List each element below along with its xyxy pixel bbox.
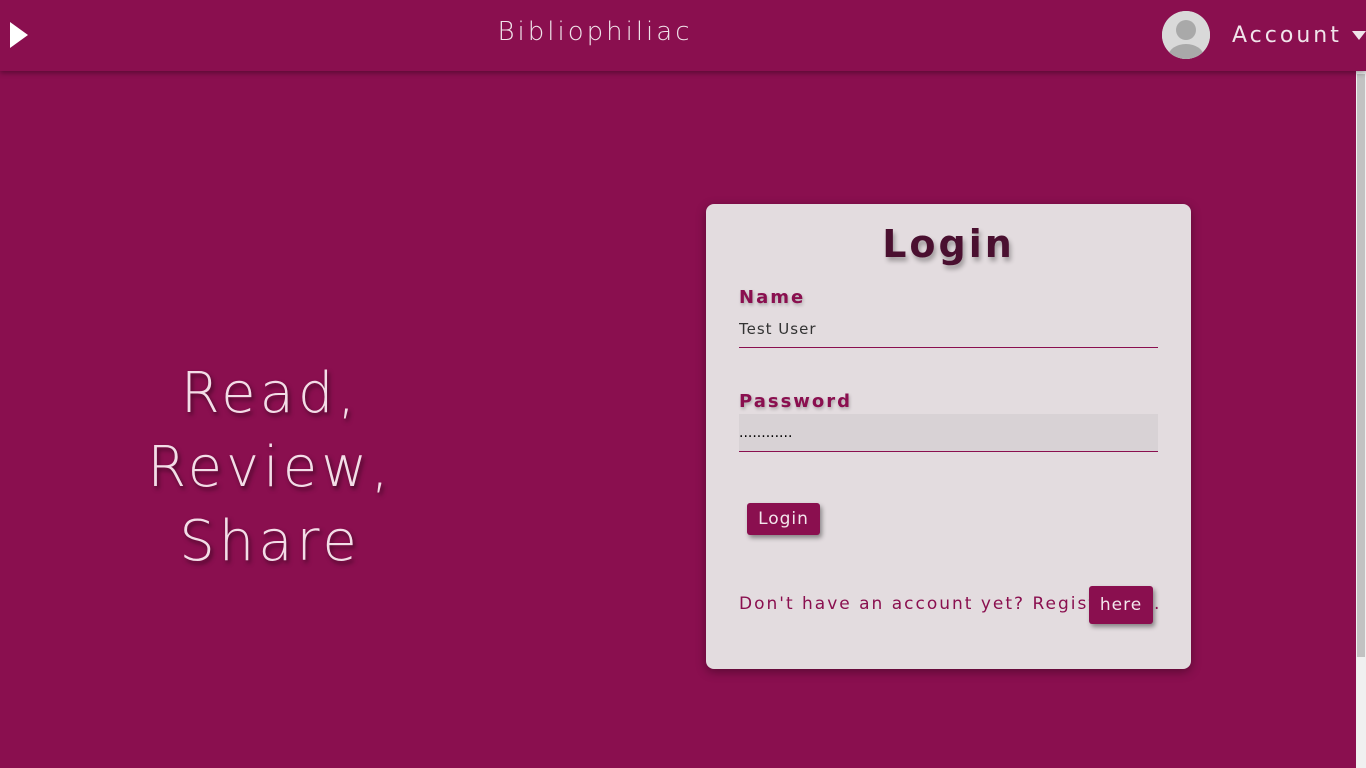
name-label: Name	[739, 287, 806, 308]
register-prompt: Don't have an account yet? Register	[739, 594, 1119, 614]
brand-title[interactable]: Bibliophiliac	[0, 17, 1190, 47]
password-input[interactable]	[739, 414, 1158, 452]
login-button[interactable]: Login	[747, 503, 820, 535]
vertical-scrollbar[interactable]	[1356, 71, 1366, 768]
user-avatar[interactable]	[1162, 11, 1210, 59]
account-label: Account	[1232, 22, 1342, 48]
hero-tagline: Read, Review, Share	[147, 361, 393, 574]
password-label: Password	[739, 391, 853, 412]
register-here-button[interactable]: here	[1089, 586, 1153, 624]
account-menu[interactable]: Account	[1232, 20, 1366, 50]
login-card: Login Name Password Login Don't have an …	[706, 204, 1191, 669]
scrollbar-thumb[interactable]	[1357, 74, 1365, 657]
user-avatar-icon	[1162, 11, 1210, 59]
caret-down-icon	[1351, 30, 1366, 40]
top-navbar: Bibliophiliac Account	[0, 0, 1366, 71]
register-period: .	[1154, 594, 1160, 614]
login-title: Login	[882, 222, 1015, 266]
name-input[interactable]	[739, 310, 1158, 348]
